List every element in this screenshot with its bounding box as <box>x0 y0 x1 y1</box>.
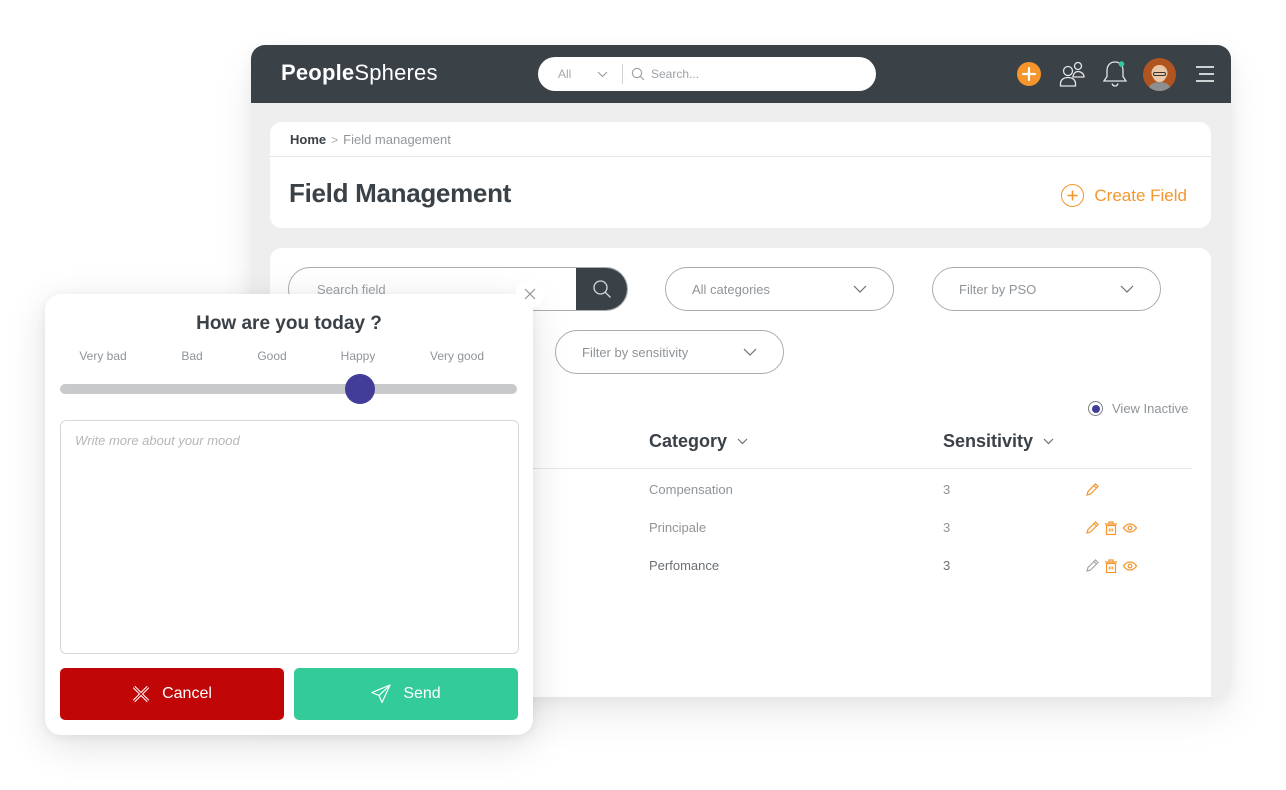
cell-category: Perfomance <box>649 558 720 573</box>
column-header-category[interactable]: Category <box>649 431 748 452</box>
sensitivity-filter-dropdown[interactable]: Filter by sensitivity <box>555 330 784 374</box>
logo-part-1: People <box>281 60 355 85</box>
cell-sensitivity: 3 <box>943 482 951 497</box>
logo-part-2: Spheres <box>354 60 438 85</box>
bell-icon[interactable] <box>1101 59 1129 89</box>
cancel-label: Cancel <box>162 685 212 702</box>
chevron-down-icon <box>853 285 867 293</box>
column-header-sensitivity[interactable]: Sensitivity <box>943 431 1054 452</box>
column-header-label: Category <box>649 431 728 451</box>
menu-icon[interactable] <box>1195 65 1215 83</box>
mood-label-good[interactable]: Good <box>257 349 286 363</box>
edit-pencil-icon[interactable] <box>1084 558 1100 574</box>
close-icon <box>524 288 536 300</box>
chevron-down-icon <box>743 348 757 356</box>
send-paper-plane-icon <box>371 684 391 704</box>
global-search-bar: All <box>538 57 876 91</box>
radio-button[interactable] <box>1088 401 1103 416</box>
chevron-down-icon <box>1043 438 1054 445</box>
pso-filter-dropdown[interactable]: Filter by PSO <box>932 267 1161 311</box>
cell-sensitivity: 3 <box>943 520 951 535</box>
users-icon[interactable] <box>1059 60 1087 88</box>
mood-label-bad[interactable]: Bad <box>181 349 202 363</box>
row-actions <box>1084 520 1138 536</box>
send-button[interactable]: Send <box>294 668 518 720</box>
chevron-down-icon <box>1120 285 1134 293</box>
row-actions <box>1084 558 1138 574</box>
global-search-input[interactable] <box>651 67 851 81</box>
mood-label-very-bad[interactable]: Very bad <box>79 349 126 363</box>
page-header-card: Home > Field management Field Management… <box>270 122 1211 228</box>
create-field-label: Create Field <box>1094 185 1187 205</box>
search-icon <box>593 280 611 298</box>
eye-icon[interactable] <box>1122 558 1138 574</box>
modal-title: How are you today ? <box>196 313 382 334</box>
mood-slider-track[interactable] <box>60 374 517 404</box>
breadcrumb: Home > Field management <box>290 132 451 147</box>
peoplespheres-logo[interactable]: PeopleSpheres <box>281 60 438 86</box>
quick-add-button[interactable] <box>1017 62 1041 86</box>
mood-label-very-good[interactable]: Very good <box>430 349 484 363</box>
header-divider <box>270 156 1211 157</box>
mood-slider-thumb[interactable] <box>344 374 375 404</box>
cell-category: Principale <box>649 520 707 535</box>
cell-sensitivity: 3 <box>943 558 951 573</box>
modal-close-button[interactable] <box>516 280 544 308</box>
search-field-button[interactable] <box>576 268 627 310</box>
eye-icon[interactable] <box>1122 520 1138 536</box>
view-inactive-toggle[interactable]: View Inactive <box>1088 401 1188 416</box>
page-title: Field Management <box>289 178 512 208</box>
notification-dot <box>1118 61 1125 67</box>
send-label: Send <box>403 685 441 702</box>
create-field-button[interactable]: Create Field <box>1061 184 1187 207</box>
category-filter-dropdown[interactable]: All categories <box>665 267 894 311</box>
row-actions <box>1084 482 1100 498</box>
chevron-down-icon <box>737 438 748 445</box>
search-icon <box>631 67 645 81</box>
category-filter-value: All categories <box>692 281 771 297</box>
edit-pencil-icon[interactable] <box>1084 482 1100 498</box>
top-navigation-bar: PeopleSpheres All <box>251 45 1231 103</box>
search-scope-value: All <box>558 67 572 81</box>
chevron-down-icon <box>597 71 608 77</box>
plus-icon <box>1022 67 1036 81</box>
plus-circle-icon <box>1061 184 1085 207</box>
mood-survey-modal: How are you today ? Very bad Bad Good Ha… <box>45 280 544 735</box>
mood-description-textarea[interactable] <box>60 420 519 654</box>
breadcrumb-separator: > <box>331 132 339 147</box>
sensitivity-filter-value: Filter by sensitivity <box>582 344 689 360</box>
breadcrumb-home[interactable]: Home <box>290 132 326 147</box>
trash-icon[interactable] <box>1103 558 1119 574</box>
view-inactive-label: View Inactive <box>1112 401 1189 416</box>
pso-filter-value: Filter by PSO <box>959 281 1037 297</box>
trash-icon[interactable] <box>1103 520 1119 536</box>
close-icon <box>132 685 150 703</box>
mood-label-happy[interactable]: Happy <box>341 349 376 363</box>
breadcrumb-current: Field management <box>343 132 451 147</box>
column-header-label: Sensitivity <box>943 431 1034 451</box>
user-avatar[interactable] <box>1143 58 1176 91</box>
search-scope-dropdown[interactable]: All <box>538 67 622 81</box>
edit-pencil-icon[interactable] <box>1084 520 1100 536</box>
cell-category: Compensation <box>649 482 733 497</box>
cancel-button[interactable]: Cancel <box>60 668 284 720</box>
search-divider <box>622 64 623 84</box>
